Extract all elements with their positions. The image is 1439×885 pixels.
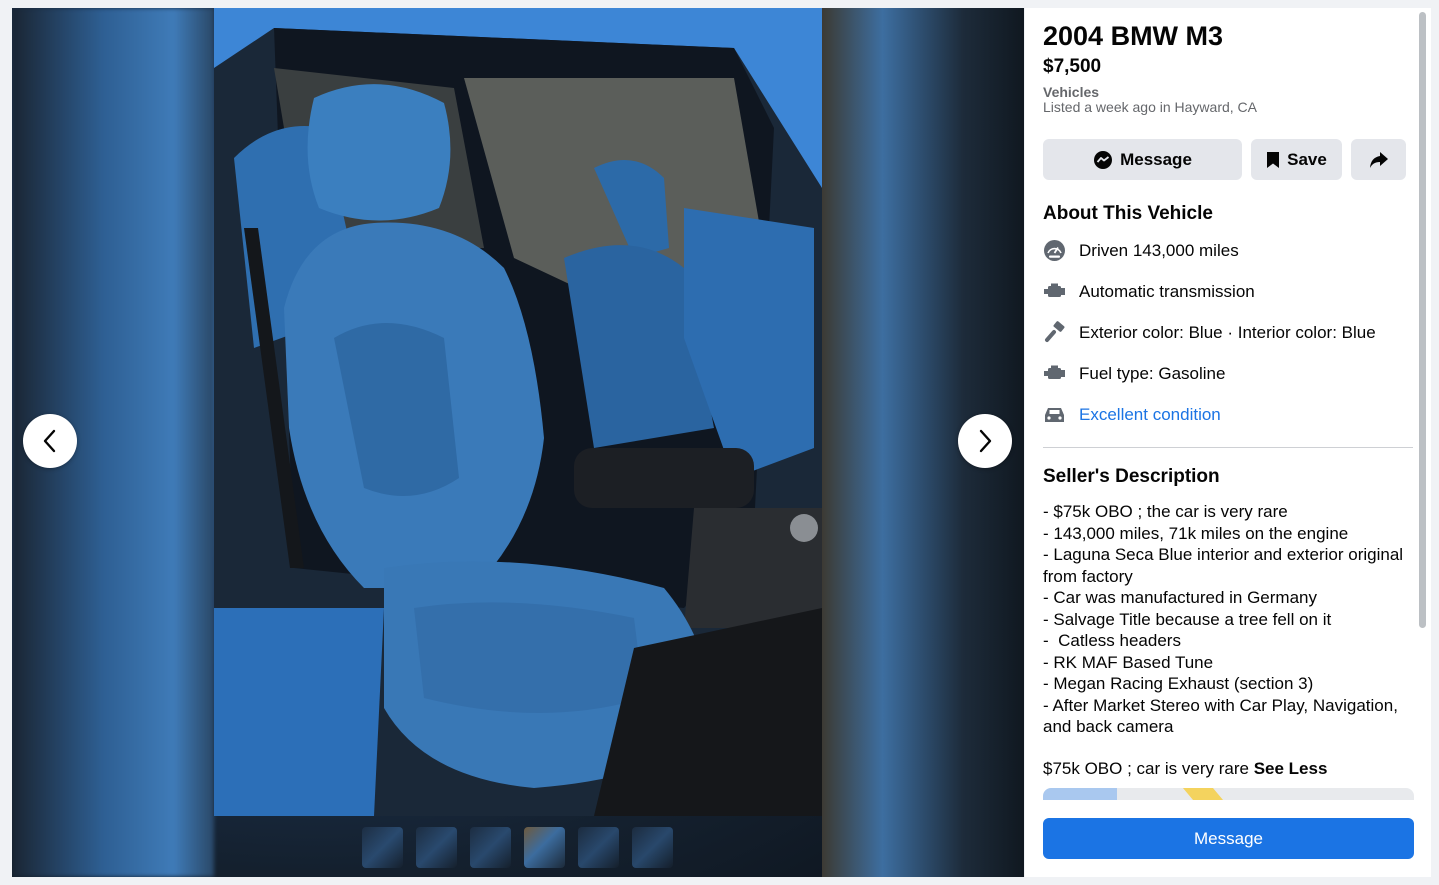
map-road <box>1182 788 1224 800</box>
detail-text: Driven 143,000 miles <box>1079 240 1239 260</box>
engine-icon <box>1043 362 1066 385</box>
message-button[interactable]: Message <box>1043 139 1242 180</box>
detail-transmission: Automatic transmission <box>1043 271 1413 312</box>
bookmark-icon <box>1267 151 1280 168</box>
share-arrow-icon <box>1369 151 1388 168</box>
description-summary: $75k OBO ; car is very rare See Less <box>1043 759 1413 779</box>
listing-category[interactable]: Vehicles <box>1043 84 1413 100</box>
panel-scrollbar[interactable] <box>1419 12 1426 628</box>
previous-photo-button[interactable] <box>23 414 77 468</box>
seller-description: - $75k OBO ; the car is very rare - 143,… <box>1043 501 1415 738</box>
save-button-label: Save <box>1287 149 1327 169</box>
paint-icon <box>1043 321 1066 344</box>
location-map-preview[interactable] <box>1043 788 1414 800</box>
photo-thumbnail[interactable] <box>416 827 457 868</box>
chevron-left-icon <box>43 429 56 453</box>
description-line: - Salvage Title because a tree fell on i… <box>1043 609 1332 629</box>
photo-thumbnail[interactable] <box>470 827 511 868</box>
vehicle-details-list: Driven 143,000 miles Automatic transmiss… <box>1043 230 1413 435</box>
bottom-message-button[interactable]: Message <box>1043 818 1414 859</box>
seller-description-heading: Seller's Description <box>1043 466 1220 487</box>
description-line: - 143,000 miles, 71k miles on the engine <box>1043 523 1349 543</box>
photo-thumbnail[interactable] <box>632 827 673 868</box>
listing-details-panel: 2004 BMW M3 $7,500 Vehicles Listed a wee… <box>1025 8 1431 877</box>
detail-condition[interactable]: Excellent condition <box>1043 394 1413 435</box>
photo-thumbnail-strip <box>362 827 673 868</box>
share-button[interactable] <box>1351 139 1406 180</box>
speedometer-icon <box>1043 239 1066 262</box>
summary-text: $75k OBO ; car is very rare <box>1043 758 1249 778</box>
detail-text: Fuel type: Gasoline <box>1079 363 1226 383</box>
photo-thumbnail[interactable] <box>578 827 619 868</box>
photo-thumbnail[interactable] <box>362 827 403 868</box>
message-button-label: Message <box>1120 149 1192 169</box>
description-line: - Megan Racing Exhaust (section 3) <box>1043 674 1314 693</box>
detail-text: Automatic transmission <box>1079 281 1255 301</box>
description-line: - Catless headers <box>1043 631 1181 650</box>
photo-viewer <box>12 8 1024 877</box>
listing-price: $7,500 <box>1043 56 1102 77</box>
messenger-icon <box>1094 150 1113 169</box>
listing-date-location: Listed a week ago in Hayward, CA <box>1043 99 1257 115</box>
main-photo <box>214 8 822 816</box>
description-line: - Laguna Seca Blue interior and exterior… <box>1043 545 1404 586</box>
listing-title: 2004 BMW M3 <box>1043 21 1224 51</box>
listing-details-scroll[interactable]: 2004 BMW M3 $7,500 Vehicles Listed a wee… <box>1025 8 1431 800</box>
listing-actions: Message Save <box>1043 139 1413 180</box>
car-icon <box>1043 403 1066 426</box>
marketplace-listing-page: 2004 BMW M3 $7,500 Vehicles Listed a wee… <box>0 0 1439 885</box>
description-line: - RK MAF Based Tune <box>1043 652 1214 672</box>
detail-fuel-type: Fuel type: Gasoline <box>1043 353 1413 394</box>
detail-condition-link[interactable]: Excellent condition <box>1079 405 1221 425</box>
section-divider <box>1043 447 1413 448</box>
chevron-right-icon <box>979 429 992 453</box>
about-vehicle-heading: About This Vehicle <box>1043 203 1213 224</box>
save-button[interactable]: Save <box>1251 139 1342 180</box>
detail-colors: Exterior color: Blue · Interior color: B… <box>1043 312 1413 353</box>
detail-mileage: Driven 143,000 miles <box>1043 230 1413 271</box>
detail-text: Exterior color: Blue · Interior color: B… <box>1079 322 1376 342</box>
description-line: - After Market Stereo with Car Play, Nav… <box>1043 695 1398 737</box>
description-line: - Car was manufactured in Germany <box>1043 588 1317 607</box>
description-line: - $75k OBO ; the car is very rare <box>1043 502 1288 521</box>
see-less-link[interactable]: See Less <box>1254 759 1328 778</box>
engine-icon <box>1043 280 1066 303</box>
photo-thumbnail-active[interactable] <box>524 827 565 868</box>
next-photo-button[interactable] <box>958 414 1012 468</box>
